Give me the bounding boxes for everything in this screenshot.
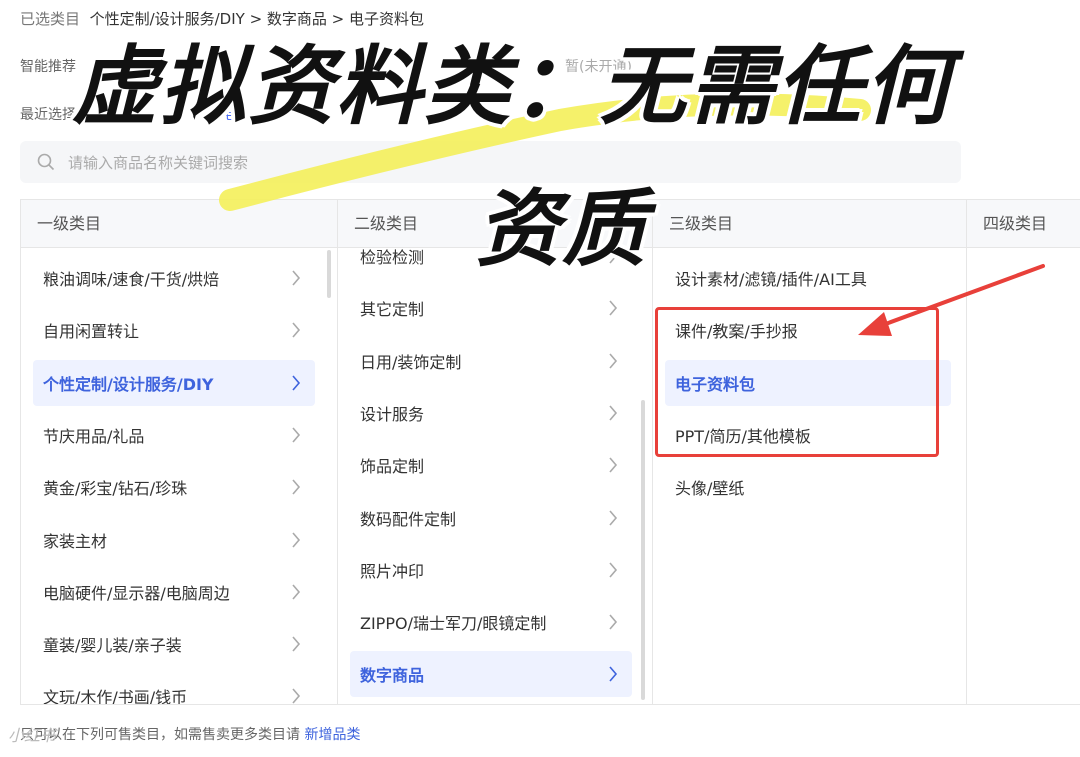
red-arrow-line xyxy=(878,264,1045,328)
overlay-title-line2: 资质 xyxy=(476,180,649,278)
watermark-logo: 小红书 xyxy=(8,726,57,745)
overlay-title-line1: 虚拟资料类：无需任何 xyxy=(72,37,952,137)
red-arrow-head xyxy=(858,312,892,336)
